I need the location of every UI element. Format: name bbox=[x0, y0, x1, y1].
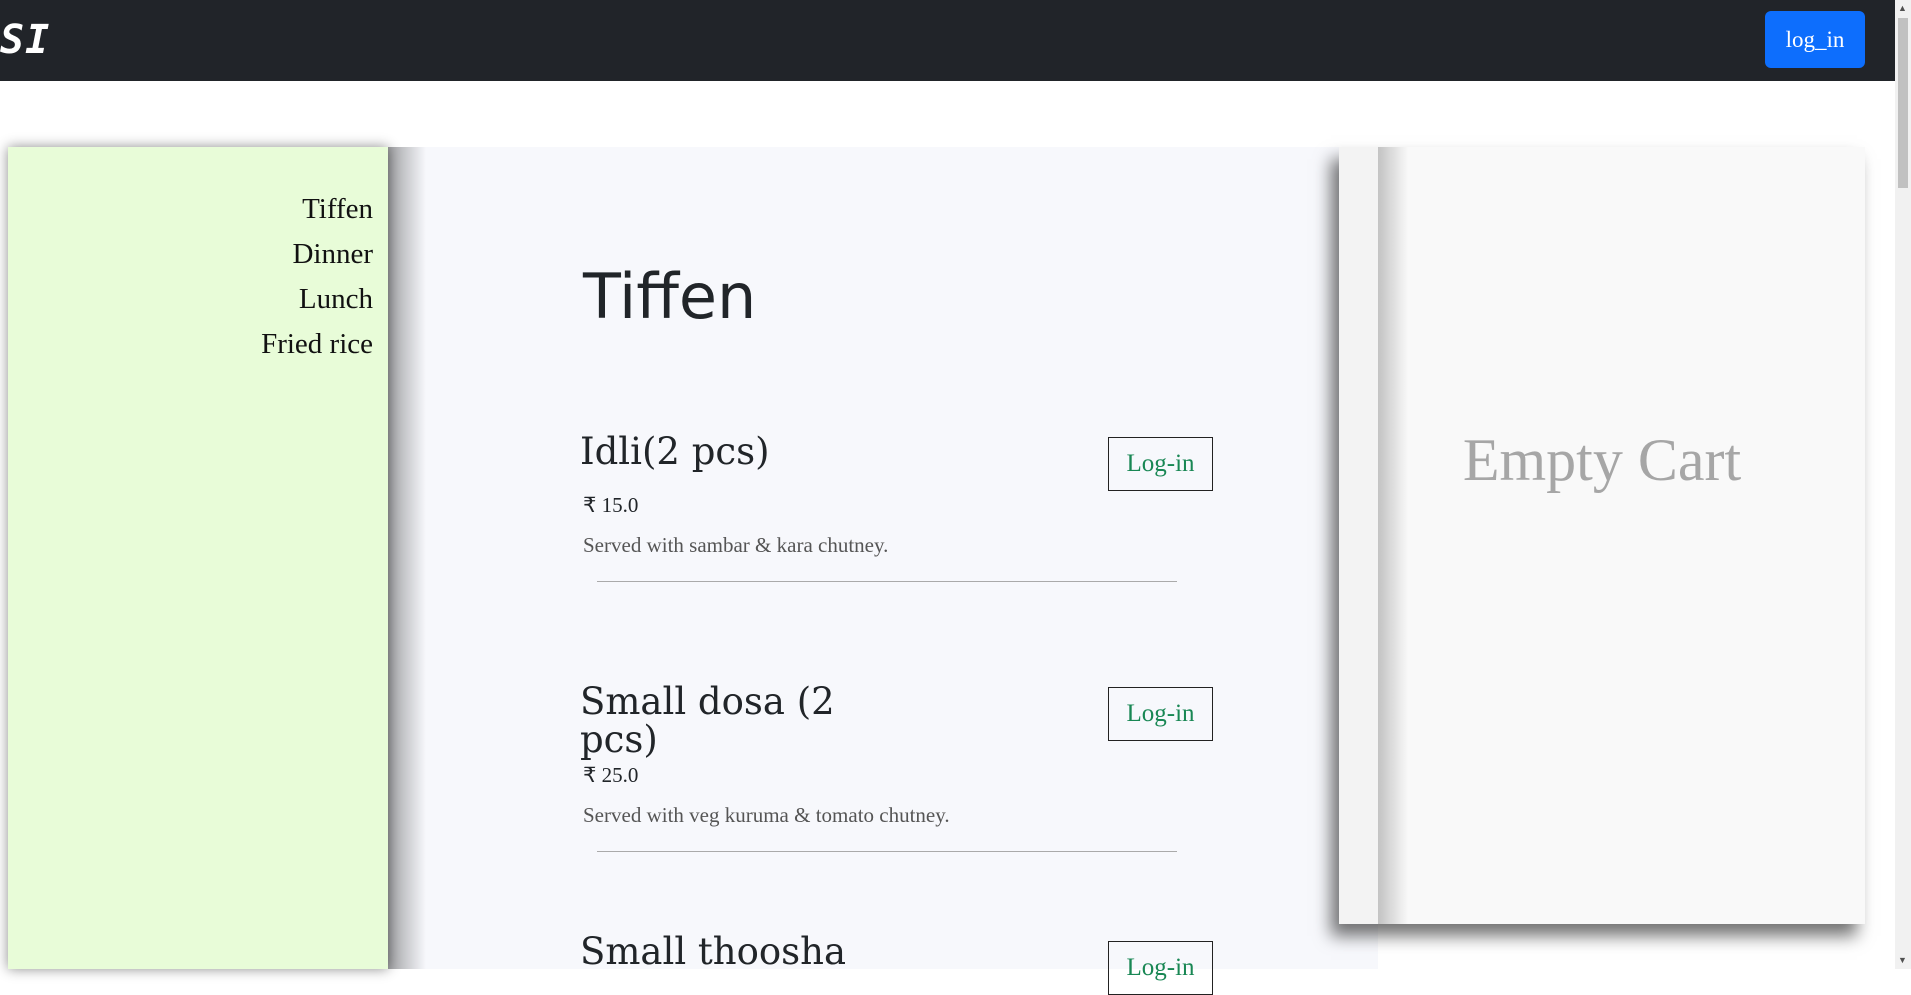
item-login-button[interactable]: Log-in bbox=[1108, 941, 1213, 995]
scrollbar-thumb[interactable] bbox=[1898, 18, 1908, 188]
navbar: SI log_in bbox=[0, 0, 1895, 81]
menu-content: Tiffen Idli(2 pcs) ₹ 15.0 Served with sa… bbox=[388, 147, 1378, 995]
sidebar-item-dinner[interactable]: Dinner bbox=[261, 232, 373, 277]
sidebar-item-tiffen[interactable]: Tiffen bbox=[261, 187, 373, 232]
item-description: Served with veg kuruma & tomato chutney. bbox=[583, 803, 950, 827]
menu-item: Small dosa (2 pcs) ₹ 25.0 Served with ve… bbox=[580, 680, 1220, 852]
main-frame: Tiffen Dinner Lunch Fried rice Tiffen Id… bbox=[0, 147, 1895, 995]
login-button[interactable]: log_in bbox=[1765, 11, 1865, 68]
item-name: Idli(2 pcs) bbox=[580, 430, 770, 473]
empty-cart-label: Empty Cart bbox=[1462, 427, 1742, 493]
item-name: Small thoosha bbox=[580, 930, 847, 973]
item-login-button[interactable]: Log-in bbox=[1108, 687, 1213, 741]
page-scrollbar[interactable]: ▲ ▼ bbox=[1895, 0, 1911, 969]
category-sidebar: Tiffen Dinner Lunch Fried rice bbox=[8, 147, 388, 969]
cart-edge bbox=[1339, 147, 1408, 924]
item-name: Small dosa (2 pcs) bbox=[580, 680, 835, 761]
item-price: ₹ 25.0 bbox=[583, 763, 639, 787]
scroll-up-icon[interactable]: ▲ bbox=[1898, 3, 1907, 13]
item-divider bbox=[597, 581, 1177, 582]
item-price: ₹ 15.0 bbox=[583, 493, 639, 517]
sidebar-item-fried-rice[interactable]: Fried rice bbox=[261, 322, 373, 367]
brand-logo[interactable]: SI bbox=[0, 12, 50, 68]
sidebar-item-lunch[interactable]: Lunch bbox=[261, 277, 373, 322]
scroll-down-icon[interactable]: ▼ bbox=[1898, 955, 1907, 965]
item-description: Served with sambar & kara chutney. bbox=[583, 533, 889, 557]
section-title: Tiffen bbox=[583, 260, 757, 333]
cart-panel: Empty Cart bbox=[1339, 147, 1865, 924]
item-login-button[interactable]: Log-in bbox=[1108, 437, 1213, 491]
item-divider bbox=[597, 851, 1177, 852]
category-list: Tiffen Dinner Lunch Fried rice bbox=[261, 187, 373, 367]
menu-item: Idli(2 pcs) ₹ 15.0 Served with sambar & … bbox=[580, 433, 1220, 593]
menu-item: Small thoosha Log-in bbox=[580, 930, 1220, 995]
